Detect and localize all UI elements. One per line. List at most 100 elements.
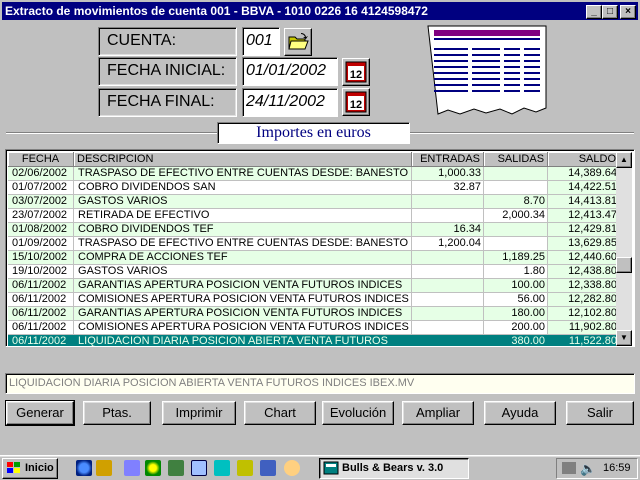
cell-descripcion: GARANTIAS APERTURA POSICION VENTA FUTURO… bbox=[73, 278, 412, 293]
explorer-icon[interactable] bbox=[214, 460, 230, 476]
app-icon[interactable] bbox=[260, 460, 276, 476]
cell-salidas: 2,000.34 bbox=[483, 208, 549, 223]
calendar-glyph: 12 bbox=[350, 99, 362, 111]
cell-entradas bbox=[411, 306, 485, 321]
open-folder-button[interactable] bbox=[284, 28, 312, 56]
calendar-icon: 12 bbox=[345, 91, 367, 113]
table-row[interactable]: 23/07/2002 RETIRADA DE EFECTIVO 2,000.34 12… bbox=[8, 208, 620, 223]
movements-table: FECHA DESCRIPCION ENTRADAS SALIDAS SALDO… bbox=[8, 152, 620, 346]
monitor-icon[interactable] bbox=[191, 460, 207, 476]
cell-fecha: 01/07/2002 bbox=[8, 180, 75, 195]
taskbar-task-bulls-bears[interactable]: Bulls & Bears v. 3.0 bbox=[319, 458, 469, 479]
ayuda-button[interactable]: Ayuda bbox=[484, 401, 556, 425]
tool-icon[interactable] bbox=[237, 460, 253, 476]
cell-saldo: 12,440.60 bbox=[547, 250, 620, 265]
cell-fecha: 06/11/2002 bbox=[8, 334, 75, 346]
cell-saldo: 14,422.51 bbox=[547, 180, 620, 195]
cell-fecha: 19/10/2002 bbox=[8, 264, 75, 279]
movements-grid[interactable]: FECHA DESCRIPCION ENTRADAS SALIDAS SALDO… bbox=[5, 149, 635, 347]
table-row[interactable]: 02/06/2002 TRASPASO DE EFECTIVO ENTRE CUE… bbox=[8, 166, 620, 181]
table-row[interactable]: 06/11/2002 COMISIONES APERTURA POSICION V… bbox=[8, 292, 620, 307]
column-header-salidas[interactable]: SALIDAS bbox=[483, 152, 549, 167]
cell-saldo: 12,438.80 bbox=[547, 264, 620, 279]
column-header-descripcion[interactable]: DESCRIPCION bbox=[73, 152, 412, 167]
cell-entradas bbox=[411, 278, 485, 293]
cell-saldo: 14,413.81 bbox=[547, 194, 620, 209]
calendar-icon: 12 bbox=[345, 61, 367, 83]
cell-descripcion: TRASPASO DE EFECTIVO ENTRE CUENTAS DESDE… bbox=[73, 236, 412, 251]
cell-entradas bbox=[411, 264, 485, 279]
fecha-inicial-calendar-button[interactable]: 12 bbox=[342, 58, 370, 86]
chart-button[interactable]: Chart bbox=[244, 401, 316, 425]
grid-vertical-scrollbar[interactable]: ▲ ▼ bbox=[616, 152, 632, 346]
cell-descripcion: COMISIONES APERTURA POSICION VENTA FUTUR… bbox=[73, 292, 412, 307]
close-button[interactable]: × bbox=[620, 5, 636, 19]
cell-descripcion: GARANTIAS APERTURA POSICION VENTA FUTURO… bbox=[73, 306, 412, 321]
column-header-entradas[interactable]: ENTRADAS bbox=[411, 152, 485, 167]
minimize-button[interactable]: _ bbox=[586, 5, 602, 19]
network-icon[interactable] bbox=[562, 462, 576, 474]
scroll-down-button[interactable]: ▼ bbox=[616, 330, 632, 346]
media-icon[interactable] bbox=[145, 460, 161, 476]
cell-salidas: 100.00 bbox=[483, 278, 549, 293]
fecha-inicial-label: FECHA INICIAL: bbox=[98, 57, 237, 86]
table-row[interactable]: 01/07/2002 COBRO DIVIDENDOS SAN 32.87 14,42… bbox=[8, 180, 620, 195]
scroll-up-button[interactable]: ▲ bbox=[616, 152, 632, 168]
scroll-thumb[interactable] bbox=[616, 257, 632, 273]
cell-descripcion: RETIRADA DE EFECTIVO bbox=[73, 208, 412, 223]
outlook-icon[interactable] bbox=[96, 460, 112, 476]
cell-saldo: 11,902.80 bbox=[547, 320, 620, 335]
edit-icon[interactable] bbox=[124, 460, 140, 476]
cell-saldo: 12,282.80 bbox=[547, 292, 620, 307]
cell-salidas bbox=[483, 236, 549, 251]
fecha-inicial-field[interactable]: 01/01/2002 bbox=[242, 57, 338, 86]
ptas-button[interactable]: Ptas. bbox=[83, 401, 151, 425]
fecha-final-calendar-button[interactable]: 12 bbox=[342, 88, 370, 116]
cell-fecha: 06/11/2002 bbox=[8, 292, 75, 307]
generar-button[interactable]: Generar bbox=[5, 400, 75, 426]
table-row[interactable]: 15/10/2002 COMPRA DE ACCIONES TEF 1,189.25… bbox=[8, 250, 620, 265]
cell-salidas: 1.80 bbox=[483, 264, 549, 279]
cell-salidas: 1,189.25 bbox=[483, 250, 549, 265]
cell-salidas: 8.70 bbox=[483, 194, 549, 209]
cell-salidas bbox=[483, 166, 549, 181]
cell-entradas bbox=[411, 292, 485, 307]
cell-salidas bbox=[483, 222, 549, 237]
start-button[interactable]: Inicio bbox=[2, 458, 58, 479]
cell-descripcion: GASTOS VARIOS bbox=[73, 194, 412, 209]
table-row[interactable]: 06/11/2002 GARANTIAS APERTURA POSICION VE… bbox=[8, 306, 620, 321]
internet-explorer-icon[interactable] bbox=[76, 460, 92, 476]
cuenta-field[interactable]: 001 bbox=[242, 27, 280, 56]
table-row[interactable]: 03/07/2002 GASTOS VARIOS 8.70 14,413.81 bbox=[8, 194, 620, 209]
maximize-button[interactable]: □ bbox=[602, 5, 618, 19]
title-bar[interactable]: Extracto de movimientos de cuenta 001 - … bbox=[2, 2, 638, 20]
description-field[interactable]: LIQUIDACION DIARIA POSICION ABIERTA VENT… bbox=[5, 373, 635, 394]
evolucion-button[interactable]: Evolución bbox=[322, 401, 394, 425]
table-row[interactable]: 01/08/2002 COBRO DIVIDENDOS TEF 16.34 12,42… bbox=[8, 222, 620, 237]
grid-header: FECHA DESCRIPCION ENTRADAS SALIDAS SALDO bbox=[8, 152, 620, 167]
imprimir-button[interactable]: Imprimir bbox=[162, 401, 236, 425]
clock[interactable]: 16:59 bbox=[603, 459, 631, 477]
column-header-fecha[interactable]: FECHA bbox=[8, 152, 75, 167]
cell-fecha: 06/11/2002 bbox=[8, 278, 75, 293]
table-row[interactable]: 01/09/2002 TRASPASO DE EFECTIVO ENTRE CUE… bbox=[8, 236, 620, 251]
ampliar-button[interactable]: Ampliar bbox=[402, 401, 474, 425]
table-row[interactable]: 19/10/2002 GASTOS VARIOS 1.80 12,438.80 bbox=[8, 264, 620, 279]
cell-entradas: 1,000.33 bbox=[411, 166, 485, 181]
speaker-icon[interactable]: 🔈 bbox=[580, 460, 596, 478]
cell-fecha: 06/11/2002 bbox=[8, 320, 75, 335]
table-row[interactable]: 06/11/2002 LIQUIDACION DIARIA POSICION AB… bbox=[8, 334, 620, 346]
table-row[interactable]: 06/11/2002 GARANTIAS APERTURA POSICION VE… bbox=[8, 278, 620, 293]
salir-button[interactable]: Salir bbox=[566, 401, 634, 425]
cell-saldo: 12,413.47 bbox=[547, 208, 620, 223]
cell-salidas: 56.00 bbox=[483, 292, 549, 307]
utility-icon[interactable] bbox=[168, 460, 184, 476]
cell-fecha: 03/07/2002 bbox=[8, 194, 75, 209]
column-header-saldo[interactable]: SALDO bbox=[547, 152, 620, 167]
fecha-final-field[interactable]: 24/11/2002 bbox=[242, 88, 338, 117]
table-row[interactable]: 06/11/2002 COMISIONES APERTURA POSICION V… bbox=[8, 320, 620, 335]
cell-saldo: 14,389.64 bbox=[547, 166, 620, 181]
notes-icon[interactable] bbox=[284, 460, 300, 476]
bulls-bears-app-icon bbox=[323, 461, 339, 475]
cell-fecha: 01/08/2002 bbox=[8, 222, 75, 237]
